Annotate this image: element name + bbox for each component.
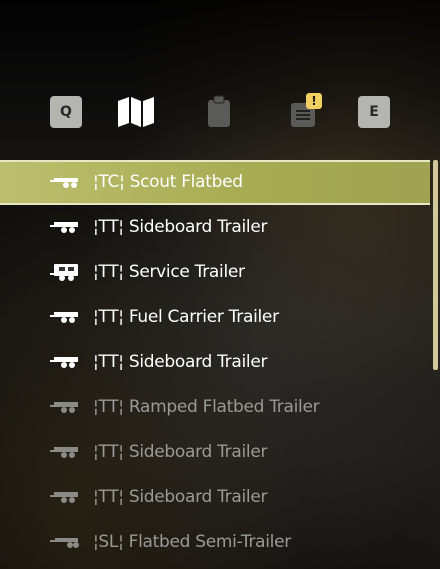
list-item-label: ¦TT¦ Ramped Flatbed Trailer [93, 397, 320, 417]
trailer-icon [50, 312, 78, 323]
clipboard-icon[interactable] [206, 95, 232, 128]
list-item-label: ¦TT¦ Sideboard Trailer [93, 442, 268, 462]
list-item-label: ¦TC¦ Scout Flatbed [93, 172, 243, 192]
list-item-label: ¦TT¦ Sideboard Trailer [93, 487, 268, 507]
list-item[interactable]: ¦TT¦ Ramped Flatbed Trailer [0, 385, 430, 430]
prev-tab-key-button[interactable]: Q [50, 96, 82, 128]
list-item[interactable]: ¦TT¦ Sideboard Trailer [0, 475, 430, 520]
list-item[interactable]: ¦TC¦ Scout Flatbed [0, 160, 430, 205]
trailer-icon [50, 222, 78, 233]
service-trailer-icon [50, 264, 78, 281]
vehicle-list: ¦TC¦ Scout Flatbed ¦TT¦ Sideboard Traile… [0, 160, 430, 565]
list-item-label: ¦TT¦ Sideboard Trailer [93, 217, 268, 237]
list-item[interactable]: ¦TT¦ Sideboard Trailer [0, 430, 430, 475]
list-item-label: ¦TT¦ Service Trailer [93, 262, 245, 282]
list-item-label: ¦TT¦ Fuel Carrier Trailer [93, 307, 279, 327]
trailer-icon [50, 357, 78, 368]
semi-trailer-icon [50, 538, 79, 548]
tab-bar: Q ! E [0, 90, 440, 134]
list-item[interactable]: ¦TT¦ Sideboard Trailer [0, 340, 430, 385]
list-item[interactable]: ¦SL¦ Flatbed Semi-Trailer [0, 520, 430, 565]
list-item[interactable]: ¦TT¦ Sideboard Trailer [0, 205, 430, 250]
notification-badge: ! [306, 93, 322, 109]
list-item[interactable]: ¦TT¦ Fuel Carrier Trailer [0, 295, 430, 340]
trailer-icon [50, 492, 78, 503]
header-background [0, 0, 440, 160]
flatbed-trailer-icon [50, 178, 78, 188]
list-scrollbar[interactable] [433, 160, 438, 370]
trailer-icon [50, 447, 78, 458]
next-tab-key-button[interactable]: E [358, 96, 390, 128]
map-icon[interactable] [116, 95, 156, 129]
list-item-label: ¦SL¦ Flatbed Semi-Trailer [93, 532, 291, 552]
list-item[interactable]: ¦TT¦ Service Trailer [0, 250, 430, 295]
list-item-label: ¦TT¦ Sideboard Trailer [93, 352, 268, 372]
trailer-icon [50, 402, 78, 413]
